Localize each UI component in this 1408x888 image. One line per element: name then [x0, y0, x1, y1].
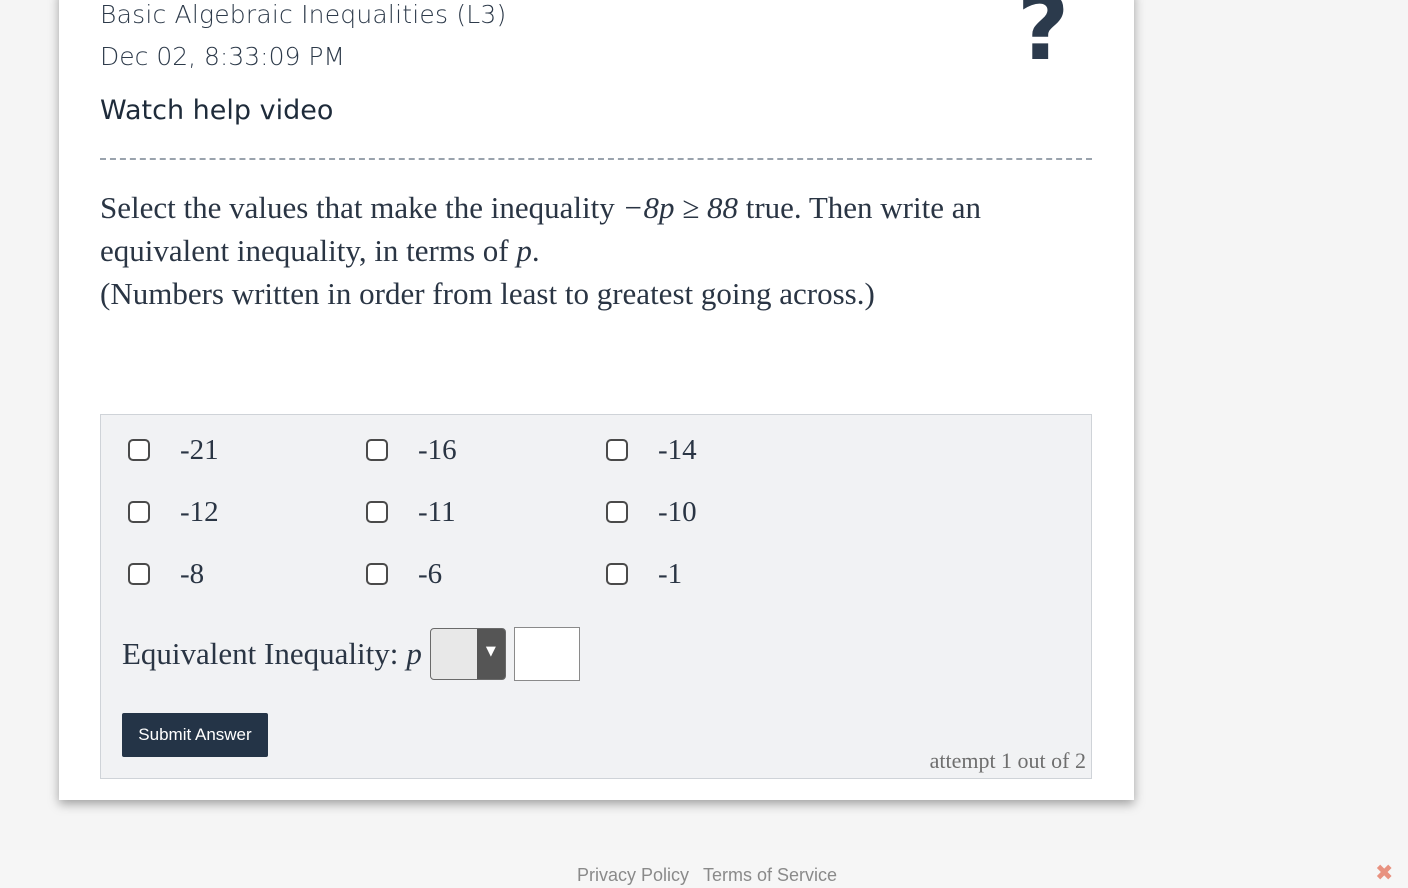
question-line2-after: . [531, 233, 540, 268]
equivalent-inequality-label: Equivalent Inequality: p [122, 636, 422, 672]
option-checkbox-row[interactable]: -8 [128, 557, 205, 590]
divider [100, 158, 1092, 160]
question-inequality: −8p ≥ 88 [622, 190, 738, 225]
privacy-policy-link[interactable]: Privacy Policy [577, 865, 689, 886]
option-label: -10 [658, 495, 697, 528]
checkbox[interactable] [606, 439, 628, 461]
option-label: -16 [418, 433, 457, 466]
checkbox[interactable] [366, 439, 388, 461]
close-icon[interactable]: ✖ [1375, 861, 1393, 886]
option-label: -21 [180, 433, 219, 466]
answer-box: -21 -16 -14 -12 -11 -10 -8 -6 -1 Equival… [100, 414, 1092, 779]
option-checkbox-row[interactable]: -6 [366, 557, 443, 590]
submit-answer-button[interactable]: Submit Answer [122, 713, 268, 757]
equivalent-label-text: Equivalent Inequality: [122, 636, 399, 671]
terms-of-service-link[interactable]: Terms of Service [703, 865, 837, 886]
checkbox[interactable] [366, 501, 388, 523]
option-checkbox-row[interactable]: -1 [606, 557, 683, 590]
attempt-counter: attempt 1 out of 2 [929, 748, 1086, 773]
chevron-down-icon: ▼ [485, 644, 496, 659]
checkbox[interactable] [128, 501, 150, 523]
checkbox[interactable] [128, 439, 150, 461]
inequality-sign-dropdown[interactable]: ▼ [429, 628, 506, 680]
option-label: -1 [658, 557, 683, 590]
equivalent-variable: p [406, 636, 422, 671]
question-line1-after: true. Then write an [737, 190, 982, 225]
watch-help-video-link[interactable]: Watch help video [100, 95, 333, 126]
option-label: -6 [418, 557, 443, 590]
inequality-value-input[interactable] [513, 627, 580, 681]
option-checkbox-row[interactable]: -11 [366, 495, 456, 528]
checkbox[interactable] [366, 563, 388, 585]
option-checkbox-row[interactable]: -16 [366, 433, 457, 466]
option-checkbox-row[interactable]: -14 [606, 433, 697, 466]
option-label: -12 [180, 495, 219, 528]
equivalent-inequality-row: Equivalent Inequality: p ▼ [122, 627, 580, 681]
option-checkbox-row[interactable]: -10 [606, 495, 697, 528]
checkbox[interactable] [606, 563, 628, 585]
option-checkbox-row[interactable]: -12 [128, 495, 219, 528]
question-line3: (Numbers written in order from least to … [100, 276, 875, 311]
help-icon[interactable]: ? [1017, 0, 1069, 74]
question-variable: p [516, 233, 532, 268]
question-line1-before: Select the values that make the inequali… [100, 190, 623, 225]
problem-card: Basic Algebraic Inequalities (L3) Dec 02… [59, 0, 1134, 800]
option-checkbox-row[interactable]: -21 [128, 433, 219, 466]
option-label: -8 [180, 557, 205, 590]
problem-title: Basic Algebraic Inequalities (L3) [100, 0, 507, 29]
checkbox[interactable] [606, 501, 628, 523]
option-label: -11 [418, 495, 456, 528]
question-line2-before: equivalent inequality, in terms of [100, 233, 517, 268]
checkbox[interactable] [128, 563, 150, 585]
question-text: Select the values that make the inequali… [100, 186, 1090, 315]
problem-datetime: Dec 02, 8:33:09 PM [100, 42, 345, 71]
option-label: -14 [658, 433, 697, 466]
footer: Privacy Policy Terms of Service ✖ [0, 850, 1408, 888]
